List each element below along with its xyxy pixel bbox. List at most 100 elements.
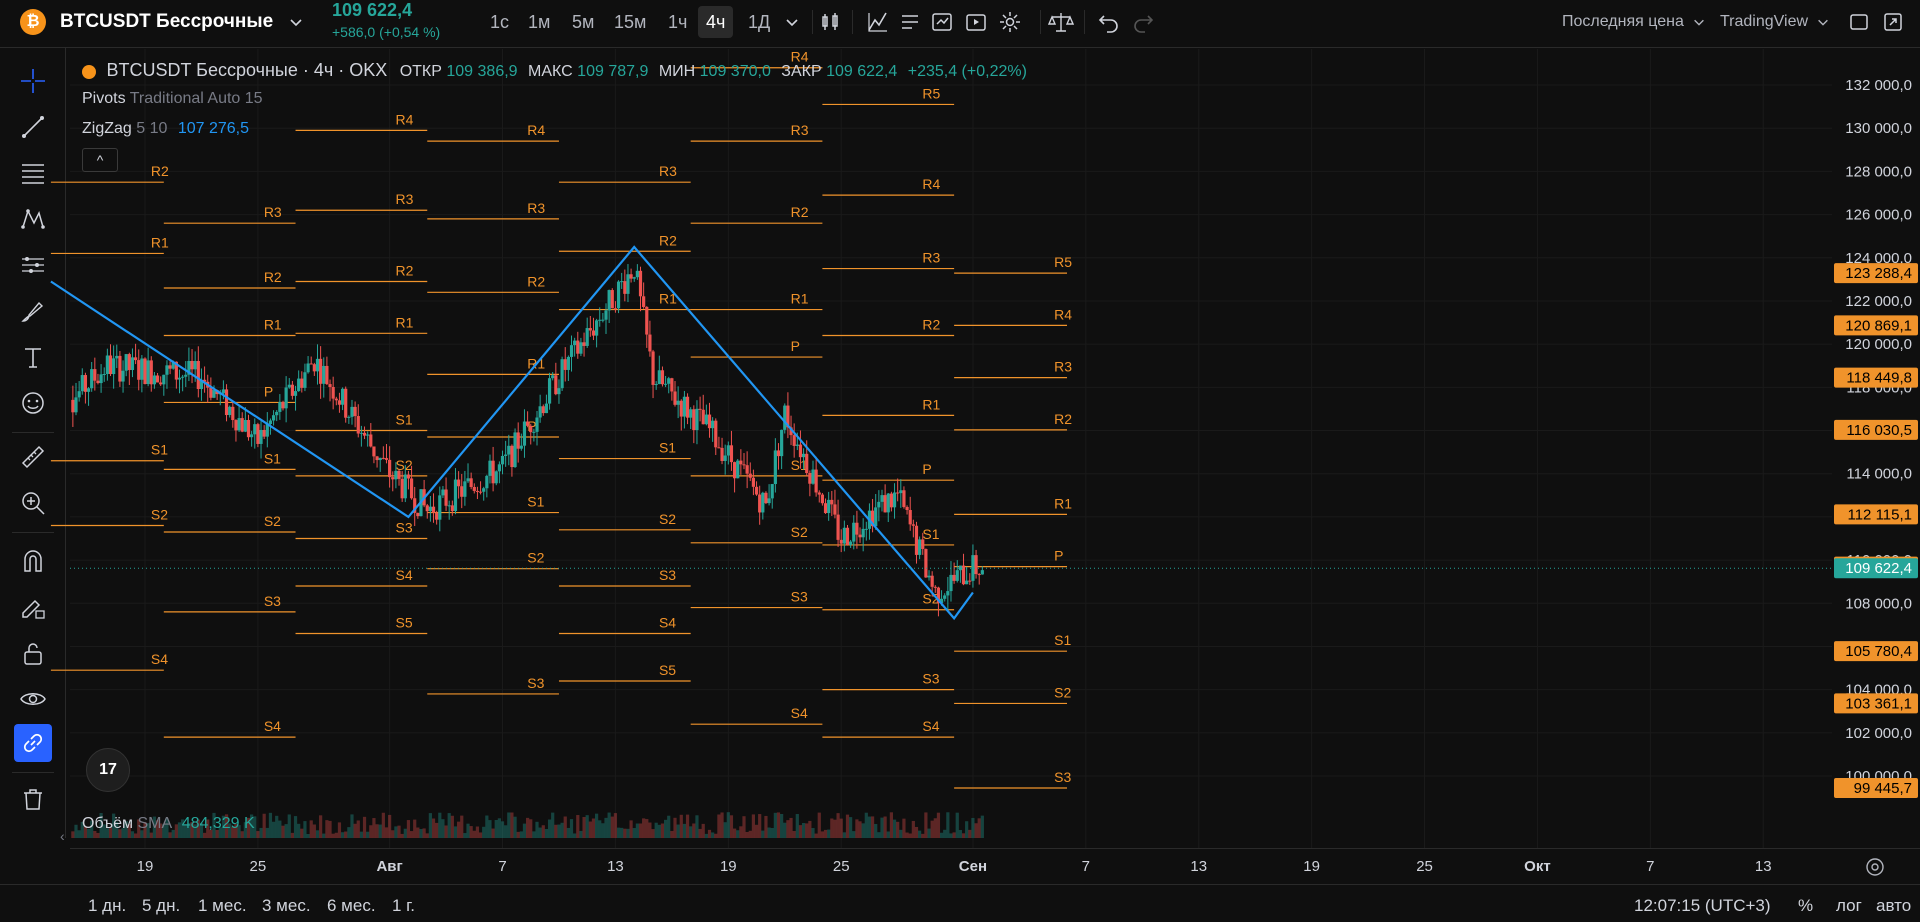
timeframe-5m[interactable]: 5м — [572, 0, 594, 44]
candle-body — [852, 522, 856, 542]
range-1y[interactable]: 1 г. — [392, 896, 415, 916]
pattern-icon[interactable] — [14, 200, 52, 238]
collapse-legend-button[interactable]: ^ — [82, 148, 118, 172]
timeframe-1h[interactable]: 1ч — [668, 0, 687, 44]
candle-body — [629, 274, 633, 279]
ruler-icon[interactable] — [14, 438, 52, 476]
auto-toggle[interactable]: авто — [1876, 896, 1911, 916]
volume-bar — [413, 819, 417, 838]
trend-line-icon[interactable] — [14, 108, 52, 146]
indicators-icon[interactable] — [866, 0, 890, 44]
volume-bar — [529, 819, 533, 838]
eye-icon[interactable] — [14, 680, 52, 718]
zoom-in-icon[interactable] — [14, 484, 52, 522]
candle-body — [544, 403, 549, 414]
lock-pencil-icon[interactable] — [14, 588, 52, 626]
zigzag-legend[interactable]: ZigZag 5 10 107 276,5 — [82, 120, 249, 138]
volume-bar — [168, 832, 172, 838]
volume-bar — [798, 825, 803, 838]
fullscreen-window-icon[interactable] — [1848, 0, 1870, 44]
volume-legend[interactable]: Объём SMA 484,329 K — [82, 815, 255, 833]
volume-bar — [827, 829, 831, 838]
timeframe-1s[interactable]: 1с — [490, 0, 509, 44]
pivot-label: R5 — [1054, 254, 1072, 270]
chevron-down-icon[interactable] — [288, 0, 304, 44]
pivots-legend[interactable]: Pivots Traditional Auto 15 — [82, 90, 263, 108]
collapse-toolbar-icon[interactable]: ‹ — [60, 828, 65, 844]
candle-body — [108, 355, 113, 375]
tradingview-logo[interactable]: 17 — [86, 748, 130, 792]
price-chart[interactable]: R2 R1 S1 S2 S4 R3 R2 R1 P S1 S2 S3 S4 R4 R3 R2 R1 S1 S2 S3 S… — [0, 0, 1920, 922]
text-icon[interactable] — [14, 338, 52, 376]
unlock-icon[interactable] — [14, 634, 52, 672]
candle-body — [384, 458, 389, 460]
expand-icon[interactable] — [1882, 0, 1904, 44]
candle-body — [758, 494, 762, 513]
time-axis-settings-icon[interactable] — [1864, 856, 1886, 883]
emoji-icon[interactable] — [14, 384, 52, 422]
price-mode-select[interactable]: Последняя цена — [1562, 0, 1706, 44]
range-5d[interactable]: 5 дн. — [142, 896, 180, 916]
forecast-icon[interactable] — [14, 246, 52, 284]
candle-body — [566, 356, 570, 370]
candle-body — [623, 281, 627, 294]
symbol-search-button[interactable]: BTCUSDT Бессрочные — [60, 0, 273, 44]
chart-title[interactable]: BTCUSDT Бессрочные · 4ч · OKX — [106, 60, 387, 80]
time-tick-label: 25 — [1416, 858, 1433, 875]
fib-icon[interactable] — [14, 154, 52, 192]
timeframe-15m[interactable]: 15м — [614, 0, 646, 44]
candle-body — [899, 490, 903, 494]
candle-body — [711, 420, 715, 429]
range-6m[interactable]: 6 мес. — [327, 896, 376, 916]
theme-select[interactable]: TradingView — [1720, 0, 1830, 44]
templates-icon[interactable] — [898, 0, 922, 44]
pivot-price-badge-label: 120 869,1 — [1845, 317, 1912, 334]
candles-icon[interactable] — [818, 0, 842, 44]
pivot-label: R5 — [922, 85, 940, 101]
volume-bar — [667, 815, 671, 838]
candle-body — [416, 512, 420, 517]
compare-scales-icon[interactable] — [1048, 0, 1074, 44]
percent-toggle[interactable]: % — [1798, 896, 1813, 916]
log-toggle[interactable]: лог — [1836, 896, 1862, 916]
candle-body — [124, 354, 128, 371]
candle-body — [284, 387, 288, 409]
timeframe-1m[interactable]: 1м — [528, 0, 550, 44]
price-mode-label: Последняя цена — [1562, 13, 1684, 30]
crosshair-icon[interactable] — [14, 62, 52, 100]
clock-timezone[interactable]: 12:07:15 (UTC+3) — [1634, 896, 1771, 916]
range-1d[interactable]: 1 дн. — [88, 896, 126, 916]
alert-icon[interactable] — [930, 0, 954, 44]
magnet-icon[interactable] — [14, 542, 52, 580]
volume-bar — [344, 831, 348, 838]
pivot-label: S5 — [396, 614, 413, 630]
trash-icon[interactable] — [14, 780, 52, 818]
candle-body — [626, 274, 630, 294]
bitcoin-icon — [82, 64, 96, 79]
volume-bar — [805, 823, 809, 838]
candle-body — [375, 456, 379, 461]
volume-bar — [563, 816, 567, 838]
candle-body — [80, 375, 84, 392]
candle-body — [193, 360, 197, 370]
undo-icon[interactable] — [1098, 0, 1120, 44]
volume-bar — [849, 817, 853, 838]
brush-icon[interactable] — [14, 292, 52, 330]
volume-bar — [394, 826, 398, 838]
timeframe-dropdown-icon[interactable] — [784, 0, 800, 44]
candle-body — [823, 503, 828, 514]
range-3m[interactable]: 3 мес. — [262, 896, 311, 916]
divider — [1040, 10, 1041, 34]
link-icon[interactable] — [14, 724, 52, 762]
redo-icon[interactable] — [1132, 0, 1154, 44]
volume-bar — [883, 816, 887, 838]
settings-gear-icon[interactable] — [998, 0, 1022, 44]
candle-body — [754, 486, 759, 495]
range-1m[interactable]: 1 мес. — [198, 896, 247, 916]
volume-bar — [297, 823, 301, 838]
timeframe-4h[interactable]: 4ч — [698, 6, 734, 38]
candle-body — [805, 453, 809, 474]
timeframe-1d[interactable]: 1Д — [748, 0, 770, 44]
replay-icon[interactable] — [964, 0, 988, 44]
candle-body — [576, 340, 580, 354]
